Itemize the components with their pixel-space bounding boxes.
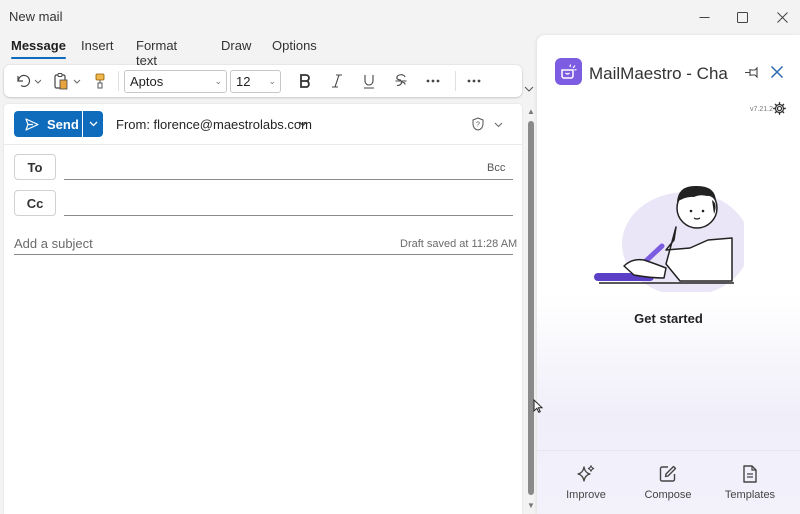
minimize-button[interactable] [689,6,719,28]
improve-button[interactable]: Improve [546,464,626,508]
toolbar-separator [118,71,119,91]
ribbon-expand-chevron-icon[interactable] [523,83,535,95]
chevron-down-icon [89,121,97,127]
format-painter-icon [95,73,105,89]
font-name-select[interactable]: Aptos ⌄ [124,70,227,93]
italic-button[interactable] [327,71,347,91]
sparkle-icon [577,465,595,482]
get-started-heading[interactable]: Get started [537,311,800,326]
more-options-button[interactable] [464,71,484,91]
compose-scrollbar[interactable]: ▲ ▼ [526,104,536,514]
scroll-up-icon[interactable]: ▲ [527,107,535,116]
tab-format-text[interactable]: Format text [136,38,177,68]
to-button[interactable]: To [14,154,56,180]
font-size-value: 12 [236,74,251,89]
panel-title: MailMaestro - Cha [589,64,728,83]
bcc-button[interactable]: Bcc [487,162,505,174]
close-icon[interactable] [770,65,784,79]
mailmaestro-panel: MailMaestro - Cha v7.21.2 Get started Im… [537,35,800,514]
toolbar-separator [455,71,456,91]
font-size-select[interactable]: 12 ⌄ [230,70,281,93]
tab-options[interactable]: Options [272,38,317,53]
templates-icon [743,465,757,483]
subject-underline [14,254,513,255]
paste-icon [54,73,81,90]
undo-icon [17,74,41,87]
divider [537,450,800,451]
send-label: Send [47,116,79,132]
mouse-cursor-icon [533,399,543,413]
gear-icon[interactable] [773,102,786,115]
bold-icon [300,74,310,88]
templates-label: Templates [724,489,776,501]
bold-button[interactable] [295,71,315,91]
more-icon [426,79,440,83]
maximize-button[interactable] [727,6,757,28]
close-icon [776,11,788,23]
compose-area: Send From: florence@maestrolabs.com ? To… [4,104,522,514]
more-icon [467,79,481,83]
italic-icon [332,74,342,88]
formatting-toolbar: Aptos ⌄ 12 ⌄ [4,65,522,97]
get-started-illustration [594,185,744,292]
chevron-down-icon[interactable] [298,119,308,129]
cc-button[interactable]: Cc [14,190,56,216]
more-format-button[interactable] [423,71,443,91]
version-label: v7.21.2 [750,106,773,113]
underline-icon [364,74,374,89]
templates-button[interactable]: Templates [710,464,790,508]
svg-text:?: ? [476,122,480,129]
send-button-group: Send [14,111,103,137]
scroll-thumb[interactable] [528,121,534,495]
send-button[interactable]: Send [14,111,82,137]
sensitivity-icon[interactable]: ? [471,117,485,131]
tab-draw[interactable]: Draw [221,38,251,53]
undo-button[interactable] [13,71,43,91]
underline-button[interactable] [359,71,379,91]
strikethrough-button[interactable] [391,71,411,91]
close-window-button[interactable] [767,6,797,28]
draft-status: Draft saved at 11:28 AM [400,238,518,250]
divider [4,144,522,145]
paste-button[interactable] [51,71,83,91]
compose-button[interactable]: Compose [628,464,708,508]
cc-field[interactable] [64,215,513,216]
mailmaestro-logo-icon [555,58,582,85]
strikethrough-icon [395,74,407,87]
improve-label: Improve [566,489,606,501]
format-painter-button[interactable] [90,71,110,91]
scroll-down-icon[interactable]: ▼ [527,501,535,510]
maximize-icon [736,11,748,23]
tab-insert[interactable]: Insert [81,38,114,53]
title-bar: New mail [0,0,800,32]
compose-icon [659,465,677,482]
tab-message[interactable]: Message [11,38,66,59]
pin-icon[interactable] [744,65,759,80]
font-name-value: Aptos [130,74,164,89]
send-options-button[interactable] [82,111,103,137]
chevron-down-icon: ⌄ [268,76,276,86]
subject-input[interactable]: Add a subject [14,236,93,251]
chevron-down-icon[interactable] [494,120,503,129]
minimize-icon [699,16,709,18]
window-title: New mail [9,9,63,24]
chevron-down-icon: ⌄ [214,76,222,86]
compose-label: Compose [644,489,692,501]
to-field[interactable] [64,179,513,180]
send-icon [25,117,39,131]
from-selector[interactable]: From: florence@maestrolabs.com [116,117,312,132]
